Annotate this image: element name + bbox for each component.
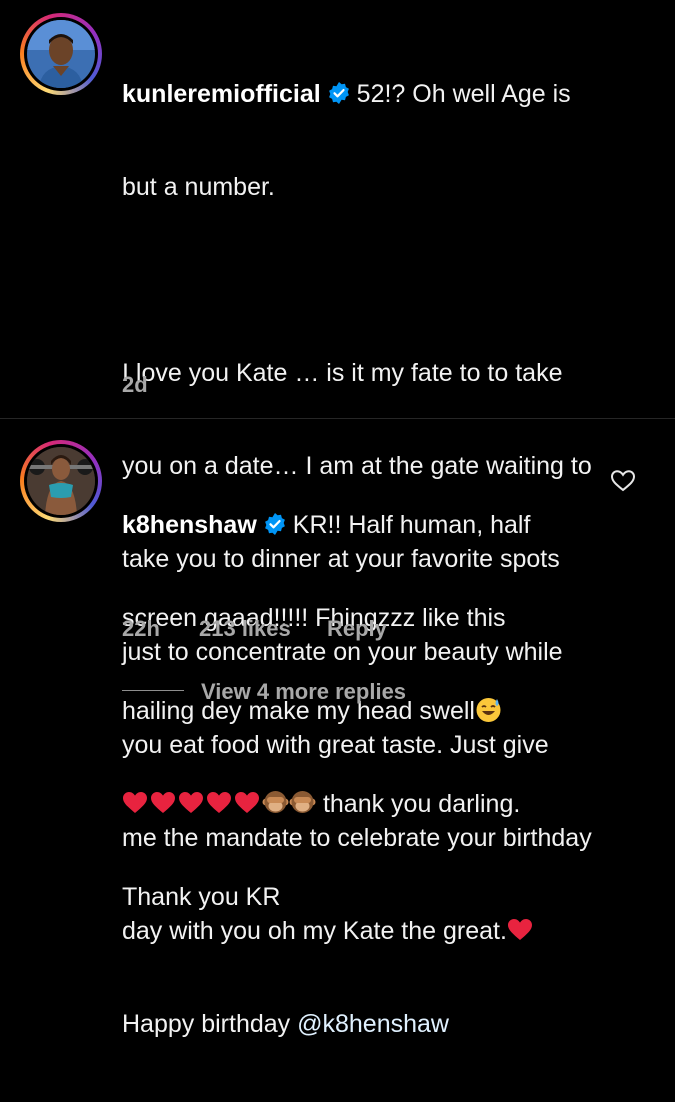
red-heart-emoji — [235, 792, 259, 813]
comment-time: 2d — [122, 372, 148, 397]
view-more-replies-button[interactable]: View 4 more replies — [201, 679, 406, 705]
red-heart-emoji — [207, 792, 231, 813]
username[interactable]: k8henshaw — [122, 511, 257, 539]
comment-time: 22h — [122, 616, 160, 641]
comment-k8henshaw: k8henshaw KR!! Half human, half screen ga… — [0, 419, 675, 911]
mention-link[interactable]: @k8henshaw — [297, 1010, 449, 1038]
username[interactable]: kunleremiofficial — [122, 80, 321, 108]
avatar-k8henshaw[interactable] — [20, 440, 102, 522]
heart-outline-icon[interactable] — [610, 469, 636, 493]
red-heart-emoji — [123, 792, 147, 813]
see-no-evil-monkey-emoji — [289, 791, 316, 813]
red-heart-emoji — [179, 792, 203, 813]
avatar-kunleremiofficial[interactable] — [20, 13, 102, 95]
grinning-sweat-emoji — [476, 698, 501, 722]
red-heart-emoji — [151, 792, 175, 813]
reply-button[interactable]: Reply — [327, 616, 387, 642]
comment-text: k8henshaw KR!! Half human, half screen ga… — [122, 511, 531, 911]
avatar-photo — [27, 20, 95, 88]
verified-badge-icon — [328, 82, 349, 104]
likes-count[interactable]: 213 likes — [199, 616, 291, 642]
replies-line — [122, 690, 184, 691]
verified-badge-icon — [264, 513, 285, 535]
see-no-evil-monkey-emoji — [262, 791, 289, 813]
avatar-photo — [27, 447, 95, 515]
comment-kunleremiofficial: kunleremiofficial 52!? Oh well Age is but… — [0, 0, 675, 1038]
